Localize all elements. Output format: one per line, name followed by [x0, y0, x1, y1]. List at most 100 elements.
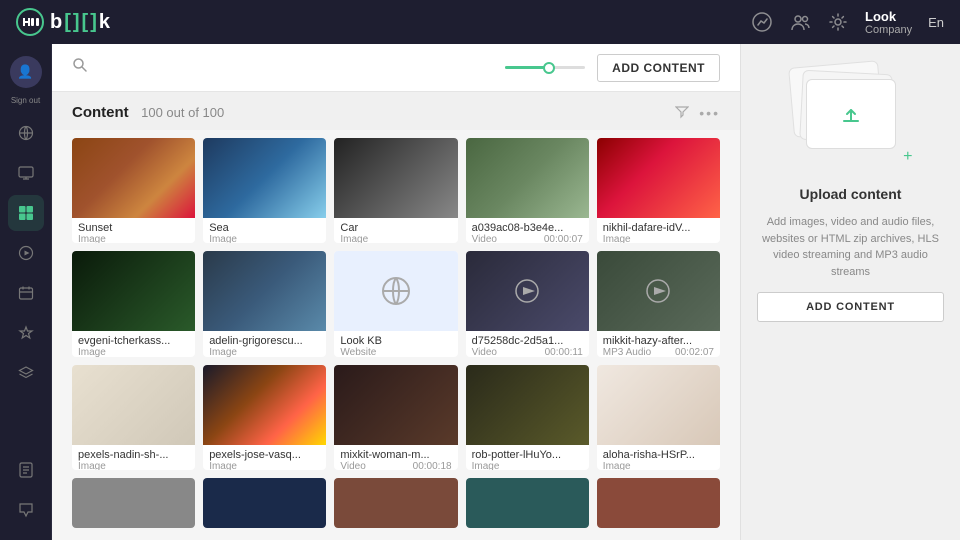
nav-right: Look Company En — [751, 9, 944, 36]
grid-item-bottom-thumb-3 — [466, 478, 589, 528]
grid-item-0[interactable]: SunsetImage — [72, 138, 195, 243]
avatar[interactable]: 👤 — [10, 56, 42, 88]
grid-item-2[interactable]: CarImage — [334, 138, 457, 243]
grid-item-bottom-4[interactable] — [597, 478, 720, 528]
grid-item-thumb-3 — [466, 138, 589, 218]
grid-item-12[interactable]: mixkit-woman-m...Video00:00:18 — [334, 365, 457, 470]
grid-item-10[interactable]: pexels-nadin-sh-...Image — [72, 365, 195, 470]
grid-item-meta-4: Image — [603, 234, 714, 243]
grid-item-4[interactable]: nikhil-dafare-idV...Image — [597, 138, 720, 243]
sidebar-item-schedule[interactable] — [8, 275, 44, 311]
grid-item-name-2: Car — [340, 222, 451, 234]
search-button[interactable] — [72, 57, 88, 78]
grid-item-thumb-2 — [334, 138, 457, 218]
grid-item-duration-9: 00:02:07 — [675, 347, 714, 356]
grid-item-name-8: d75258dc-2d5a1... — [472, 335, 583, 347]
grid-item-3[interactable]: a039ac08-b3e4e...Video00:00:07 — [466, 138, 589, 243]
grid-item-meta-2: Image — [340, 234, 451, 243]
grid-item-9[interactable]: mikkit-hazy-after...MP3 Audio00:02:07 — [597, 251, 720, 356]
grid-item-meta-14: Image — [603, 461, 714, 470]
filter-icon[interactable] — [675, 105, 689, 122]
grid-item-meta-6: Image — [209, 347, 320, 356]
grid-item-11[interactable]: pexels-jose-vasq...Image — [203, 365, 326, 470]
sidebar-item-apps[interactable] — [8, 315, 44, 351]
grid-item-thumb-14 — [597, 365, 720, 445]
grid-item-meta-10: Image — [78, 461, 189, 470]
grid-item-thumb-8 — [466, 251, 589, 331]
sidebar-item-content[interactable] — [8, 195, 44, 231]
sidebar-item-display[interactable] — [8, 155, 44, 191]
grid-item-info-3: a039ac08-b3e4e...Video00:00:07 — [466, 218, 589, 243]
grid-item-thumb-10 — [72, 365, 195, 445]
grid-item-bottom-thumb-0 — [72, 478, 195, 528]
more-options-icon[interactable]: ••• — [699, 105, 720, 121]
grid-item-5[interactable]: evgeni-tcherkass...Image — [72, 251, 195, 356]
grid-item-name-4: nikhil-dafare-idV... — [603, 222, 714, 234]
content-title: Content — [72, 104, 129, 121]
grid-item-name-6: adelin-grigorescu... — [209, 335, 320, 347]
grid-item-14[interactable]: aloha-risha-HSrP...Image — [597, 365, 720, 470]
grid-item-thumb-12 — [334, 365, 457, 445]
upload-card-front — [806, 79, 896, 149]
grid-item-1[interactable]: SeaImage — [203, 138, 326, 243]
grid-item-meta-3: Video00:00:07 — [472, 234, 583, 243]
add-content-button[interactable]: ADD CONTENT — [597, 54, 720, 82]
grid-item-thumb-5 — [72, 251, 195, 331]
sidebar-item-layers[interactable] — [8, 355, 44, 391]
grid-item-bottom-3[interactable] — [466, 478, 589, 528]
grid-item-7[interactable]: Look KBWebsite — [334, 251, 457, 356]
sidebar-item-chat[interactable] — [8, 492, 44, 528]
analytics-icon[interactable] — [751, 11, 773, 33]
grid-item-type-4: Image — [603, 234, 631, 243]
grid-item-meta-7: Website — [340, 347, 451, 356]
grid-item-bottom-1[interactable] — [203, 478, 326, 528]
user-name: Look — [865, 9, 912, 24]
logo-text: b[][]k — [50, 11, 112, 34]
sidebar-item-playlist[interactable] — [8, 235, 44, 271]
grid-item-info-1: SeaImage — [203, 218, 326, 243]
upload-description: Add images, video and audio files, websi… — [757, 214, 944, 280]
language-selector[interactable]: En — [928, 15, 944, 30]
grid-item-name-14: aloha-risha-HSrP... — [603, 449, 714, 461]
sidebar: 👤 Sign out — [0, 44, 52, 540]
content-area: ADD CONTENT Content 100 out of 100 ••• S… — [52, 44, 740, 540]
grid-item-thumb-13 — [466, 365, 589, 445]
upload-icon — [837, 100, 865, 128]
upload-visual: + — [781, 64, 921, 174]
content-header-right: ••• — [675, 105, 720, 122]
grid-item-type-7: Website — [340, 347, 376, 356]
grid-item-info-8: d75258dc-2d5a1...Video00:00:11 — [466, 331, 589, 356]
slider-thumb — [543, 62, 555, 74]
grid-item-meta-11: Image — [209, 461, 320, 470]
grid-item-meta-5: Image — [78, 347, 189, 356]
grid-item-meta-13: Image — [472, 461, 583, 470]
grid-item-info-0: SunsetImage — [72, 218, 195, 243]
grid-container: SunsetImageSeaImageCarImagea039ac08-b3e4… — [52, 130, 740, 540]
grid-item-name-5: evgeni-tcherkass... — [78, 335, 189, 347]
grid-item-type-5: Image — [78, 347, 106, 356]
grid-item-13[interactable]: rob-potter-lHuYo...Image — [466, 365, 589, 470]
sidebar-item-page[interactable] — [8, 452, 44, 488]
grid-item-6[interactable]: adelin-grigorescu...Image — [203, 251, 326, 356]
grid-item-8[interactable]: d75258dc-2d5a1...Video00:00:11 — [466, 251, 589, 356]
users-icon[interactable] — [789, 11, 811, 33]
upload-add-button[interactable]: ADD CONTENT — [757, 292, 944, 322]
grid-item-thumb-9 — [597, 251, 720, 331]
grid-item-duration-8: 00:00:11 — [545, 347, 583, 356]
settings-icon[interactable] — [827, 11, 849, 33]
grid-item-bottom-2[interactable] — [334, 478, 457, 528]
grid-item-meta-12: Video00:00:18 — [340, 461, 451, 470]
grid-item-meta-1: Image — [209, 234, 320, 243]
grid-item-info-4: nikhil-dafare-idV...Image — [597, 218, 720, 243]
grid-item-name-1: Sea — [209, 222, 320, 234]
grid-item-info-11: pexels-jose-vasq...Image — [203, 445, 326, 470]
grid-item-bottom-0[interactable] — [72, 478, 195, 528]
upload-plus-icon: + — [903, 148, 912, 166]
grid-item-thumb-7 — [334, 251, 457, 331]
user-profile[interactable]: Look Company — [865, 9, 912, 36]
grid-item-info-5: evgeni-tcherkass...Image — [72, 331, 195, 356]
grid-item-info-14: aloha-risha-HSrP...Image — [597, 445, 720, 470]
grid-item-meta-0: Image — [78, 234, 189, 243]
zoom-slider[interactable] — [505, 66, 585, 69]
sidebar-item-globe[interactable] — [8, 115, 44, 151]
